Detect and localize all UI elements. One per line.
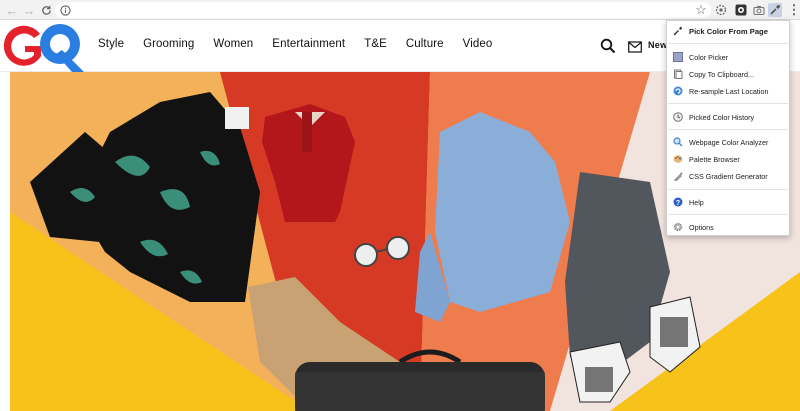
history-icon <box>673 112 683 122</box>
menu-item-webpage-color-analyzer[interactable]: Webpage Color Analyzer <box>667 134 789 150</box>
menu-item-options[interactable]: Options <box>667 219 789 235</box>
extension-icon[interactable] <box>714 3 728 17</box>
menu-item-label: Copy To Clipboard... <box>689 69 754 79</box>
menu-divider <box>668 189 788 190</box>
menu-item-label: Pick Color From Page <box>689 26 768 36</box>
menu-item-help[interactable]: ? Help <box>667 194 789 210</box>
menu-divider <box>668 43 788 44</box>
back-arrow-icon[interactable]: ← <box>4 2 20 18</box>
main-nav: Style Grooming Women Entertainment T&E C… <box>98 38 511 50</box>
menu-item-label: Re-sample Last Location <box>689 86 769 96</box>
nav-item-travel-entertaining[interactable]: T&E <box>364 38 387 50</box>
menu-item-label: Palette Browser <box>689 154 740 164</box>
menu-divider <box>668 103 788 104</box>
nav-item-grooming[interactable]: Grooming <box>143 38 194 50</box>
camera-icon[interactable] <box>752 3 766 17</box>
menu-item-label: Picked Color History <box>689 112 755 122</box>
menu-item-label: Options <box>689 222 714 232</box>
menu-item-label: Color Picker <box>689 52 729 62</box>
address-bar[interactable] <box>55 2 711 18</box>
menu-item-pick-color-from-page[interactable]: Pick Color From Page <box>667 23 789 39</box>
menu-item-label: Help <box>689 197 704 207</box>
eyedropper-extension-icon[interactable] <box>768 3 782 17</box>
nav-item-style[interactable]: Style <box>98 38 124 50</box>
gear-icon <box>673 222 683 232</box>
reload-icon[interactable] <box>38 2 54 18</box>
nav-item-culture[interactable]: Culture <box>406 38 444 50</box>
menu-divider <box>668 129 788 130</box>
palette-icon <box>673 154 683 164</box>
menu-item-picked-color-history[interactable]: Picked Color History <box>667 109 789 125</box>
nav-item-video[interactable]: Video <box>463 38 493 50</box>
mail-icon[interactable] <box>628 40 642 53</box>
eyedropper-icon <box>673 26 683 36</box>
svg-text:?: ? <box>676 200 680 207</box>
magnifier-icon <box>673 137 683 147</box>
nav-item-entertainment[interactable]: Entertainment <box>272 38 345 50</box>
search-icon[interactable] <box>600 38 616 54</box>
color-swatch-icon <box>673 52 683 62</box>
gradient-pen-icon <box>673 171 683 181</box>
bookmark-star-icon[interactable]: ☆ <box>694 2 708 17</box>
nav-item-women[interactable]: Women <box>213 38 253 50</box>
menu-item-label: Webpage Color Analyzer <box>689 137 769 147</box>
extension-icon[interactable] <box>734 3 748 17</box>
help-icon: ? <box>673 197 683 207</box>
menu-item-color-picker[interactable]: Color Picker <box>667 49 789 65</box>
menu-item-copy-to-clipboard[interactable]: Copy To Clipboard... <box>667 66 789 82</box>
forward-arrow-icon[interactable]: → <box>21 2 37 18</box>
menu-dots-icon[interactable]: ⋮ <box>787 2 800 17</box>
gq-logo[interactable] <box>0 22 86 74</box>
menu-item-css-gradient-generator[interactable]: CSS Gradient Generator <box>667 168 789 184</box>
info-icon[interactable] <box>57 2 73 18</box>
menu-item-label: CSS Gradient Generator <box>689 171 768 181</box>
resample-icon <box>673 86 683 96</box>
clipboard-icon <box>673 69 683 79</box>
color-picker-extension-menu: Pick Color From Page Color Picker Copy T… <box>666 20 790 236</box>
menu-item-palette-browser[interactable]: Palette Browser <box>667 151 789 167</box>
browser-toolbar: ← → ☆ ⋮ <box>0 0 800 20</box>
menu-item-resample-last-location[interactable]: Re-sample Last Location <box>667 83 789 99</box>
menu-divider <box>668 214 788 215</box>
